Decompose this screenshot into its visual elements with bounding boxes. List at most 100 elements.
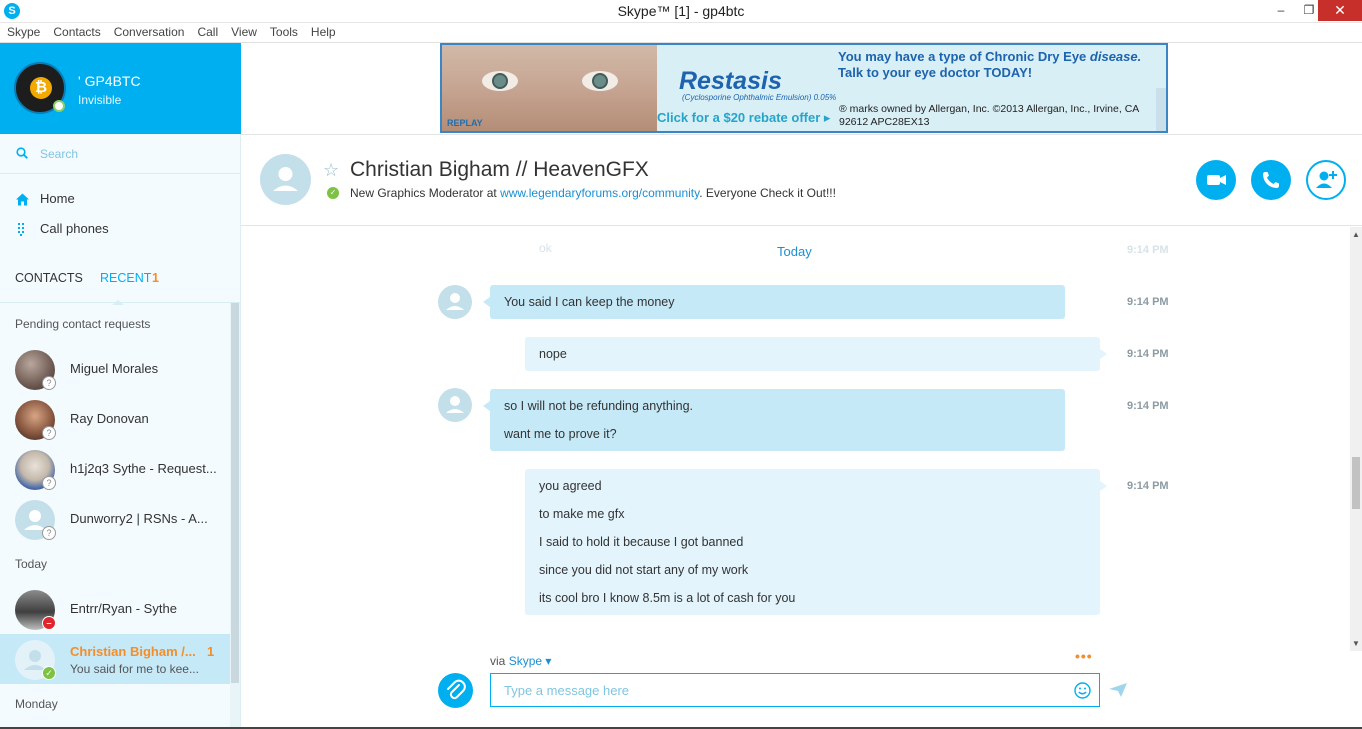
- contact-name: Entrr/Ryan - Sythe: [70, 601, 177, 616]
- video-call-button[interactable]: [1196, 160, 1236, 200]
- close-button[interactable]: ✕: [1318, 0, 1362, 21]
- ad-brand-sub: (Cyclosporine Ophthalmic Emulsion) 0.05%: [682, 93, 837, 102]
- contact-tabs: CONTACTS RECENT 1: [0, 269, 240, 305]
- video-camera-icon: [1207, 175, 1226, 185]
- message-input[interactable]: [490, 673, 1100, 707]
- ad-rebate-link[interactable]: Click for a $20 rebate offer ▸: [657, 110, 830, 126]
- scroll-up-icon[interactable]: ▲: [1352, 230, 1360, 239]
- voice-call-button[interactable]: [1251, 160, 1291, 200]
- list-item[interactable]: ? Dunworry2 | RSNs - A...: [0, 494, 230, 544]
- day-separator: Today: [777, 244, 812, 259]
- message-bubble-incoming[interactable]: so I will not be refunding anything. wan…: [483, 389, 1065, 451]
- sender-avatar[interactable]: [438, 388, 472, 422]
- list-item[interactable]: ? Miguel Morales: [0, 344, 230, 394]
- tab-indicator: [112, 300, 124, 305]
- eye-shape: [482, 71, 518, 91]
- section-monday: Monday: [15, 697, 58, 711]
- sidebar-scrollbar[interactable]: [230, 303, 240, 729]
- mood-message: New Graphics Moderator at www.legendaryf…: [350, 186, 836, 200]
- title-bar: S Skype™ [1] - gp4btc – ❐ ✕: [0, 0, 1362, 23]
- message-time: 9:14 PM: [1127, 400, 1169, 412]
- via-service[interactable]: Skype ▾: [509, 654, 552, 668]
- ad-image: REPLAY: [442, 45, 657, 131]
- list-item[interactable]: ? Ray Donovan: [0, 394, 230, 444]
- menu-skype[interactable]: Skype: [7, 23, 40, 42]
- online-status-icon: ✓: [42, 666, 56, 680]
- sidebar-scrollbar-thumb[interactable]: [231, 303, 239, 683]
- profile-status[interactable]: Invisible: [78, 93, 121, 107]
- search-icon: [16, 147, 28, 159]
- bitcoin-icon: ₿: [30, 77, 52, 99]
- message-bubble-outgoing[interactable]: nope: [525, 337, 1107, 371]
- message-line: since you did not start any of my work: [539, 563, 749, 577]
- ad-banner[interactable]: REPLAY Restasis (Cyclosporine Ophthalmic…: [440, 43, 1168, 133]
- message-scrollbar-thumb[interactable]: [1352, 457, 1360, 509]
- menu-conversation[interactable]: Conversation: [114, 23, 185, 42]
- conversation-title: Christian Bigham // HeavenGFX: [350, 158, 649, 181]
- contact-name: Miguel Morales: [70, 361, 159, 376]
- message-line: nope: [539, 347, 567, 361]
- message-time: 9:14 PM: [1127, 296, 1169, 308]
- send-icon[interactable]: [1108, 682, 1128, 698]
- list-item[interactable]: – Entrr/Ryan - Sythe: [0, 584, 230, 634]
- faded-time: 9:14 PM: [1127, 244, 1169, 256]
- ad-scrollbar[interactable]: [1156, 88, 1166, 131]
- nav-call-phones-label: Call phones: [40, 221, 109, 236]
- sender-avatar[interactable]: [438, 285, 472, 319]
- message-scrollbar[interactable]: ▲ ▼: [1350, 227, 1362, 651]
- online-status-icon: ✓: [327, 187, 339, 199]
- nav-home-label: Home: [40, 191, 75, 206]
- attach-button[interactable]: [438, 673, 473, 708]
- add-person-icon: [1316, 171, 1337, 188]
- pending-question-icon: ?: [42, 476, 56, 490]
- add-people-button[interactable]: [1306, 160, 1346, 200]
- ad-replay-link[interactable]: REPLAY: [447, 118, 483, 128]
- message-bubble-incoming[interactable]: You said I can keep the money: [483, 285, 1065, 319]
- message-history[interactable]: ok 9:14 PM Today You said I can keep the…: [241, 227, 1350, 651]
- pending-question-icon: ?: [42, 526, 56, 540]
- via-label: via: [490, 654, 509, 668]
- ad-legal: ® marks owned by Allergan, Inc. ©2013 Al…: [839, 103, 1139, 128]
- emoticon-icon[interactable]: [1074, 682, 1091, 699]
- faded-message: ok: [539, 241, 552, 255]
- ad-headline-2: Talk to your eye doctor TODAY!: [838, 65, 1033, 80]
- profile-header[interactable]: ₿ ' GP4BTC Invisible: [0, 43, 241, 134]
- menu-contacts[interactable]: Contacts: [53, 23, 100, 42]
- search-input[interactable]: Search: [40, 147, 78, 161]
- mood-link[interactable]: www.legendaryforums.org/community: [500, 186, 699, 200]
- paperclip-icon: [447, 679, 466, 700]
- menu-view[interactable]: View: [231, 23, 257, 42]
- message-line: so I will not be refunding anything.: [504, 399, 694, 413]
- do-not-disturb-icon: –: [42, 616, 56, 630]
- message-time: 9:14 PM: [1127, 480, 1169, 492]
- section-pending: Pending contact requests: [15, 317, 151, 331]
- menu-tools[interactable]: Tools: [270, 23, 298, 42]
- nav-call-phones[interactable]: Call phones: [0, 214, 240, 244]
- tab-contacts[interactable]: CONTACTS: [15, 271, 83, 285]
- menu-call[interactable]: Call: [197, 23, 218, 42]
- conversation-avatar[interactable]: [260, 154, 311, 205]
- search-box[interactable]: Search: [0, 134, 240, 174]
- ad-brand: Restasis: [679, 67, 782, 95]
- contact-name: Christian Bigham /...: [70, 644, 196, 659]
- message-time: 9:14 PM: [1127, 348, 1169, 360]
- ad-headline-1: You may have a type of Chronic Dry Eye: [838, 49, 1087, 64]
- message-line: You said I can keep the money: [504, 295, 675, 309]
- scroll-down-icon[interactable]: ▼: [1352, 639, 1360, 648]
- contact-name: Ray Donovan: [70, 411, 149, 426]
- nav-home[interactable]: Home: [0, 184, 240, 214]
- list-item[interactable]: ? h1j2q3 Sythe - Request...: [0, 444, 230, 494]
- ad-headline-em: disease.: [1089, 49, 1142, 64]
- minimize-button[interactable]: –: [1266, 0, 1296, 21]
- default-avatar-icon: [446, 293, 464, 310]
- contact-name: Dunworry2 | RSNs - A...: [70, 511, 208, 526]
- default-avatar-icon: [446, 396, 464, 413]
- tab-recent[interactable]: RECENT: [100, 271, 151, 285]
- menu-help[interactable]: Help: [311, 23, 336, 42]
- via-selector[interactable]: via Skype ▾: [490, 654, 551, 668]
- phone-icon: [1263, 172, 1279, 188]
- list-item-active[interactable]: ✓ Christian Bigham /... 1 You said for m…: [0, 634, 230, 684]
- favorite-star-icon[interactable]: ☆: [323, 160, 339, 181]
- message-bubble-outgoing[interactable]: you agreed to make me gfx I said to hold…: [525, 469, 1107, 615]
- more-options-icon[interactable]: •••: [1075, 648, 1093, 664]
